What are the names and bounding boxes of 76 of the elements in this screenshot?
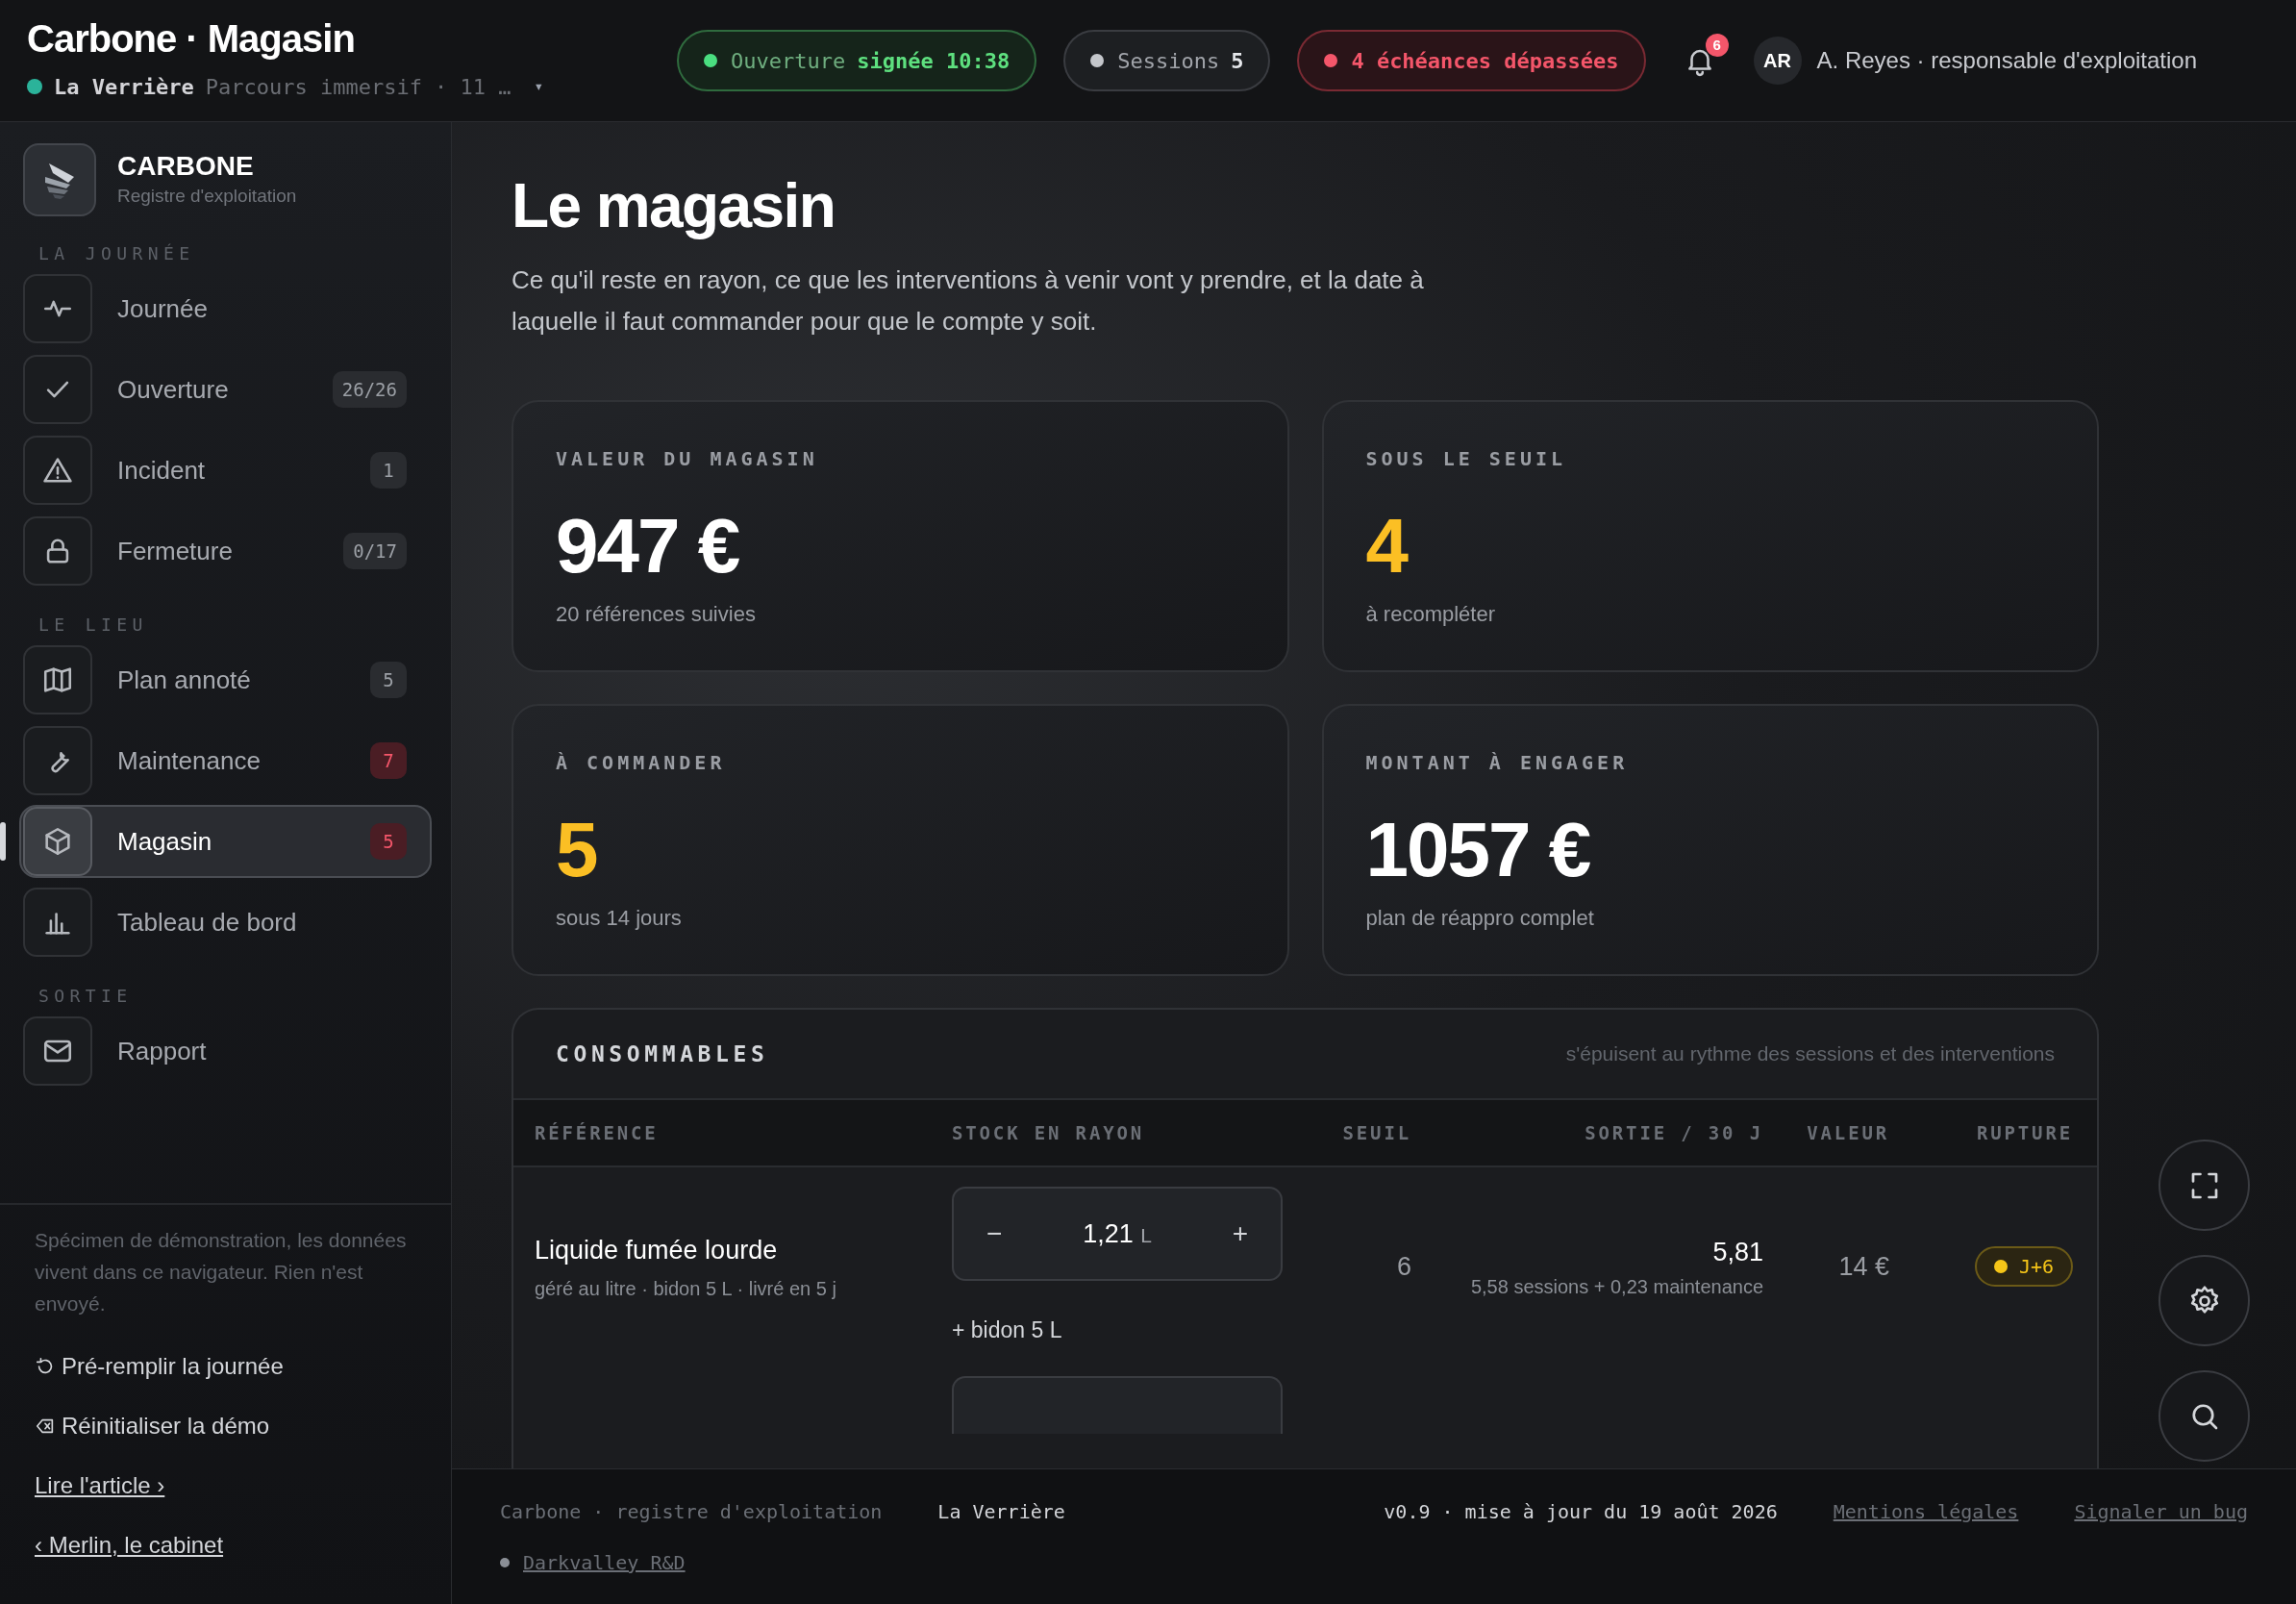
user-name: A. Reyes · responsable d'exploitation <box>1816 46 2198 75</box>
stock-value: 1,21 L <box>1083 1217 1152 1250</box>
status-pill[interactable]: 4 échéances dépassées <box>1297 30 1646 91</box>
card-label: SOUS LE SEUIL <box>1365 446 1567 472</box>
status-pill[interactable]: Ouverture signée 10:38 <box>677 30 1037 91</box>
card-label: MONTANT À ENGAGER <box>1365 750 1629 776</box>
plus-button[interactable]: + <box>1232 1214 1248 1254</box>
table-note: s'épuisent au rythme des sessions et des interventions <box>1565 1041 2055 1067</box>
table-cell-text: 5,58 sessions + 0,23 maintenance <box>1470 1274 1763 1299</box>
nav-item[interactable]: Incident 1 <box>19 434 432 507</box>
column-header: SEUIL <box>1342 1120 1411 1145</box>
count-badge: 5 <box>370 823 407 860</box>
footer-text: v0.9 · mise à jour du 19 août 2026 <box>1384 1499 1778 1525</box>
column-header: VALEUR <box>1807 1120 1889 1145</box>
count-badge: 5 <box>370 662 407 698</box>
section-heading: LE LIEU <box>37 613 149 637</box>
venue-name: La Verrière <box>54 73 194 101</box>
card-caption: sous 14 jours <box>556 906 682 930</box>
card-caption: plan de réappro complet <box>1365 906 1594 930</box>
link[interactable]: Lire l'article › <box>35 1468 165 1503</box>
product-name: Liquide fumée lourde <box>535 1235 779 1266</box>
nav-item[interactable]: Rapport <box>19 1015 432 1088</box>
section-heading: SORTIE <box>37 984 134 1008</box>
count-badge: 7 <box>370 742 407 779</box>
selection-indicator <box>0 822 6 861</box>
product-details: géré au litre · bidon 5 L · livré en 5 j <box>535 1276 837 1301</box>
card-caption: à recompléter <box>1365 602 1495 626</box>
page-intro: Ce qu'il reste en rayon, ce que les interventions à venir vont y prendre, et la date à laquelle il faut commander pour que le compte y soit. <box>512 264 1425 338</box>
page-title: Carbone · Magasin <box>27 18 356 58</box>
card-value: 5 <box>556 812 598 889</box>
stepper-field[interactable] <box>952 1375 1283 1434</box>
column-header: RUPTURE <box>1976 1120 2073 1145</box>
footer-text: La Verrière <box>937 1499 1065 1525</box>
card-value: 4 <box>1365 508 1410 585</box>
table-title: CONSOMMABLES <box>556 1040 769 1068</box>
nav-item[interactable]: Maintenance 7 <box>19 724 432 797</box>
nav-item[interactable]: Magasin 5 <box>19 805 432 878</box>
table-cell-text: 14 € <box>1838 1251 1889 1283</box>
table-cell-text: 6 <box>1396 1251 1411 1283</box>
brand-name: CARBONE <box>117 150 255 184</box>
column-header: STOCK EN RAYON <box>952 1120 1145 1145</box>
count-badge: 26/26 <box>332 371 407 408</box>
column-header: RÉFÉRENCE <box>535 1120 659 1145</box>
nav-item[interactable]: Plan annoté 5 <box>19 643 432 716</box>
restock-hint: + bidon 5 L <box>952 1317 1062 1342</box>
nav-item[interactable]: Fermeture 0/17 <box>19 514 432 588</box>
minus-button[interactable]: − <box>986 1214 1003 1254</box>
venue-detail: Parcours immersif · 11 … <box>205 73 512 101</box>
column-header: SORTIE / 30 J <box>1585 1120 1763 1145</box>
caret-icon[interactable]: ▾ <box>534 75 544 98</box>
notification-badge: 6 <box>1705 34 1729 57</box>
rupture-badge: J+6 <box>1974 1246 2073 1288</box>
action-button[interactable]: Réinitialiser la démo <box>35 1396 416 1456</box>
link[interactable]: Mentions légales <box>1833 1497 2019 1526</box>
action-button[interactable]: Pré-remplir la journée <box>35 1337 416 1396</box>
link[interactable]: Signaler un bug <box>2074 1497 2248 1526</box>
link[interactable]: ‹ Merlin, le cabinet <box>35 1528 224 1563</box>
nav-item[interactable]: Ouverture 26/26 <box>19 353 432 426</box>
stepper-field[interactable]: − 1,21 L + <box>952 1187 1283 1281</box>
link[interactable]: Darkvalley R&D <box>523 1548 686 1577</box>
brand-subtitle: Registre d'exploitation <box>117 185 297 209</box>
card-value: 1057 € <box>1365 812 1591 889</box>
count-badge: 0/17 <box>343 533 407 569</box>
nav-item[interactable]: Tableau de bord <box>19 886 432 959</box>
table-cell-text: 5,81 <box>1712 1237 1763 1268</box>
footer-text: Carbone · registre d'exploitation <box>500 1499 883 1525</box>
card-value: 947 € <box>556 508 740 585</box>
card-label: VALEUR DU MAGASIN <box>556 446 818 472</box>
user-avatar[interactable]: AR <box>1753 37 1802 85</box>
demo-note: Spécimen de démonstration, les données vivent dans ce navigateur. Rien n'est envoyé. <box>35 1228 408 1316</box>
section-heading: LA JOURNÉE <box>37 241 196 265</box>
count-badge: 1 <box>370 452 407 489</box>
status-pill[interactable]: Sessions 5 <box>1063 30 1271 91</box>
nav-item[interactable]: Journée <box>19 272 432 345</box>
card-caption: 20 références suivies <box>556 602 756 626</box>
card-label: À COMMANDER <box>556 750 726 776</box>
